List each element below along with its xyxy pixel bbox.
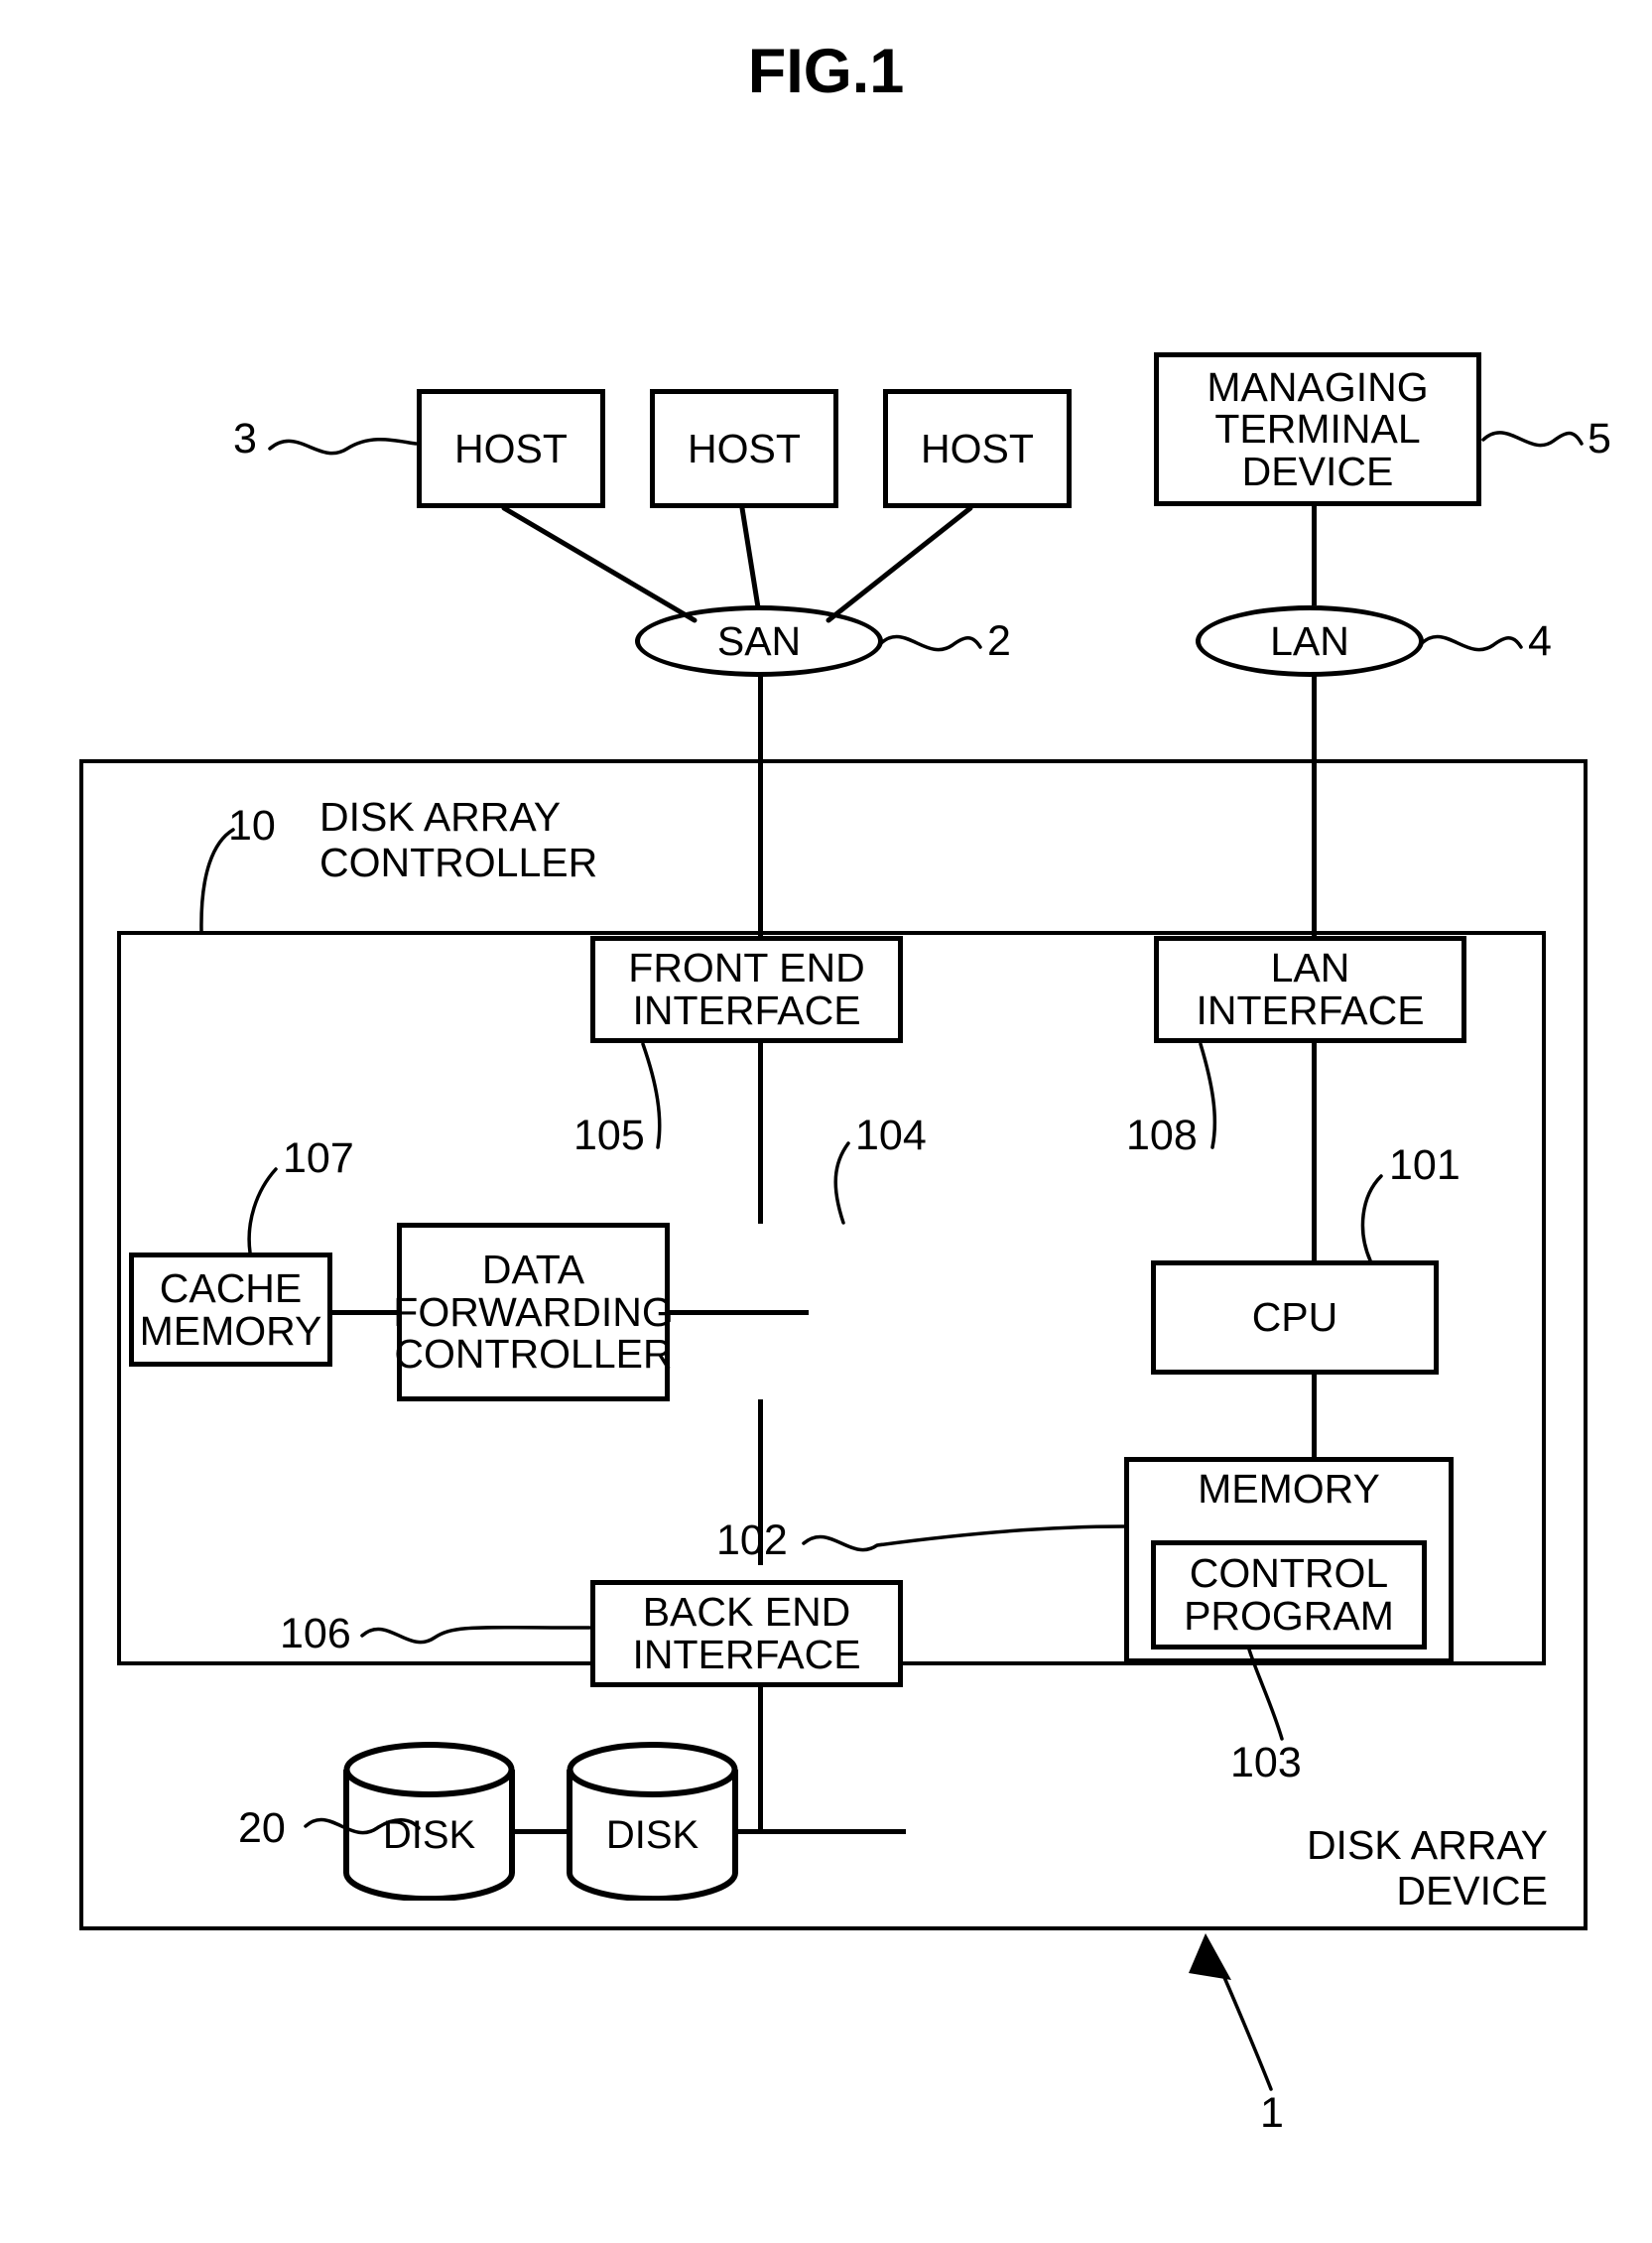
back-end-interface-line-1: BACK END [642,1589,851,1636]
figure-title: FIG.1 [747,37,905,106]
ref-108: 108 [1126,1112,1198,1159]
cpu-label: CPU [1251,1294,1338,1341]
front-end-interface-box[interactable]: FRONT END INTERFACE [590,936,903,1043]
control-program-box[interactable]: CONTROL PROGRAM [1151,1540,1427,1649]
san-label: SAN [716,617,802,664]
memory-label: MEMORY [1198,1466,1380,1512]
front-end-interface-line-2: INTERFACE [632,988,861,1033]
control-program-line-1: CONTROL [1189,1550,1389,1597]
ref-101: 101 [1389,1141,1461,1189]
disk-cylinder-1[interactable]: DISK [342,1742,516,1903]
arrowhead-ref-1 [1189,1933,1231,1980]
managing-terminal-line-2: TERMINAL [1214,406,1421,453]
disk-cylinder-2-label: DISK [605,1813,699,1857]
ref-2: 2 [987,617,1011,665]
host-box-1[interactable]: HOST [417,389,605,508]
cache-memory-line-1: CACHE [159,1264,303,1311]
disk-array-controller-label-line-2: CONTROLLER [319,840,598,885]
connector-terminal-to-lan [1312,506,1317,605]
connector-lan-interface-to-cpu [1312,1042,1317,1260]
managing-terminal-line-1: MANAGING [1207,363,1429,410]
connector-lan-to-lan-interface [1312,667,1317,955]
ref-105: 105 [573,1112,645,1159]
ref-103: 103 [1230,1739,1302,1786]
lan-interface-line-1: LAN [1270,945,1350,991]
connector-back-end-to-disks [758,1687,763,1831]
ref-1: 1 [1260,2089,1284,2137]
ref-3: 3 [233,415,257,462]
lan-network-node[interactable]: LAN [1196,605,1424,677]
managing-terminal-line-3: DEVICE [1241,448,1394,494]
connector-dfc-to-cpu [665,1310,809,1315]
back-end-interface-box[interactable]: BACK END INTERFACE [590,1580,903,1687]
host-box-1-label: HOST [454,425,568,471]
leader-ref-5 [1481,431,1584,448]
leader-ref-1 [1210,1948,1273,2091]
ref-10: 10 [228,802,276,850]
lan-interface-line-2: INTERFACE [1196,988,1425,1033]
disk-cylinder-2[interactable]: DISK [566,1742,739,1903]
control-program-line-2: PROGRAM [1184,1593,1394,1639]
disk-cylinder-1-label: DISK [382,1813,476,1857]
disk-array-device-label-line-1: DISK ARRAY [1306,1822,1548,1868]
data-forwarding-controller-line-2: FORWARDING [393,1288,674,1335]
connector-front-end-to-dfc [758,1042,763,1224]
lan-interface-box[interactable]: LAN INTERFACE [1154,936,1466,1043]
host-box-3[interactable]: HOST [883,389,1072,508]
managing-terminal-device-box[interactable]: MANAGING TERMINAL DEVICE [1154,352,1481,506]
san-network-node[interactable]: SAN [635,605,883,677]
disk-array-device-label-line-2: DEVICE [1396,1868,1548,1913]
data-forwarding-controller-box[interactable]: DATA FORWARDING CONTROLLER [393,1223,674,1401]
disk-array-controller-label-line-1: DISK ARRAY [319,794,562,840]
lan-label: LAN [1270,617,1349,664]
leader-ref-4 [1420,634,1523,652]
ref-5: 5 [1588,415,1611,462]
ref-104: 104 [855,1112,927,1159]
data-forwarding-controller-line-3: CONTROLLER [394,1331,673,1378]
back-end-interface-line-2: INTERFACE [632,1632,861,1677]
host-box-3-label: HOST [921,425,1034,471]
ref-4: 4 [1528,617,1552,665]
cpu-box[interactable]: CPU [1151,1260,1439,1375]
ref-107: 107 [283,1134,354,1182]
ref-102: 102 [716,1517,788,1564]
cache-memory-box[interactable]: CACHE MEMORY [129,1253,332,1367]
host-box-2-label: HOST [688,425,801,471]
connector-san-to-front-end [758,667,763,955]
connector-host3-to-san [826,505,973,623]
data-forwarding-controller-line-1: DATA [481,1247,585,1293]
patent-figure: FIG.1 HOST HOST HOST MANAGING TERMINAL D… [0,0,1652,2243]
connector-host2-to-san [739,505,761,610]
leader-ref-2 [879,634,982,652]
host-box-2[interactable]: HOST [650,389,838,508]
connector-cpu-to-memory [1312,1375,1317,1459]
leader-ref-3 [268,438,418,456]
front-end-interface-line-1: FRONT END [628,945,865,991]
ref-106: 106 [280,1610,351,1657]
connector-host1-to-san [501,505,698,623]
cache-memory-line-2: MEMORY [139,1307,322,1354]
ref-20: 20 [238,1804,286,1852]
